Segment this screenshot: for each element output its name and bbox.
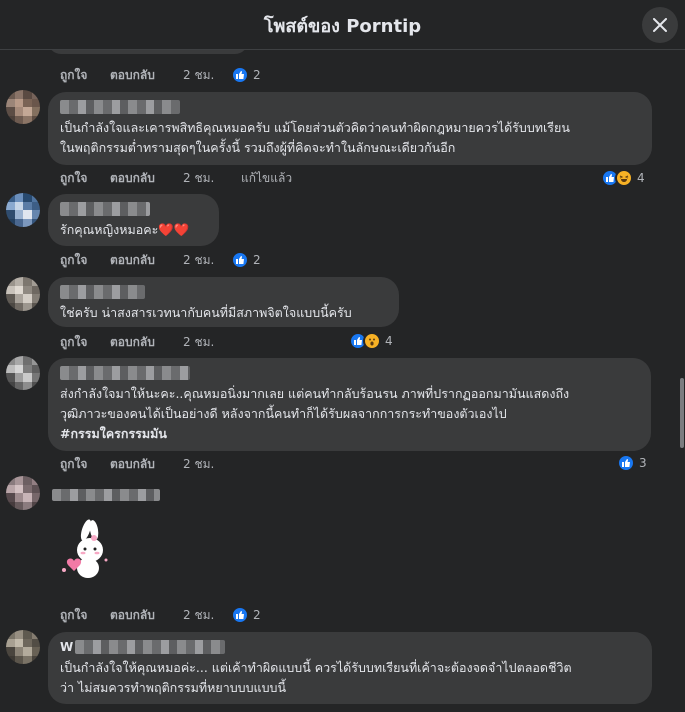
reaction-count: 3	[639, 456, 647, 470]
reaction-summary[interactable]: 2	[231, 605, 261, 625]
comment-timestamp[interactable]: 2 ชม.	[183, 455, 241, 474]
comment-actions: ถูกใจ ตอบกลับ 2 ชม.	[60, 66, 241, 84]
comment-bubble: W เป็นกำลังใจให้คุณหมอค่ะ... แต่เค้าทำผิ…	[48, 632, 652, 704]
reaction-count: 2	[253, 68, 261, 82]
dialog-title: โพสต์ของ Porntip	[263, 16, 422, 37]
like-link[interactable]: ถูกใจ	[60, 455, 110, 474]
reaction-summary[interactable]: 2	[231, 65, 261, 85]
comment-bubble: ส่งกำลังใจมาให้นะคะ..คุณหมอนิ่งมากเลย แต…	[48, 358, 651, 451]
commenter-name-blurred[interactable]	[60, 202, 150, 216]
reply-link[interactable]: ตอบกลับ	[110, 606, 183, 625]
reaction-summary[interactable]: 2	[231, 250, 261, 270]
comment-text: ใช่ครับ น่าสงสารเวทนากับคนที่มีสภาพจิตใจ…	[60, 305, 352, 320]
comment-bubble: เป็นกำลังใจและเคารพสิทธิคุณหมอครับ แม้โด…	[48, 92, 652, 165]
reaction-count: 2	[253, 608, 261, 622]
like-icon	[617, 454, 635, 472]
like-link[interactable]: ถูกใจ	[60, 169, 110, 188]
comment-bubble: ใช่ครับ น่าสงสารเวทนากับคนที่มีสภาพจิตใจ…	[48, 277, 399, 327]
comment-timestamp[interactable]: 2 ชม.	[183, 333, 241, 352]
like-link[interactable]: ถูกใจ	[60, 251, 110, 270]
avatar[interactable]	[6, 476, 40, 510]
comment-text: เป็นกำลังใจให้คุณหมอค่ะ... แต่เค้าทำผิดแ…	[60, 660, 572, 675]
like-icon	[231, 606, 249, 624]
reply-link[interactable]: ตอบกลับ	[110, 455, 183, 474]
comment-actions: ถูกใจ ตอบกลับ 2 ชม. แก้ไขแล้ว	[60, 169, 292, 187]
reply-link[interactable]: ตอบกลับ	[110, 333, 183, 352]
avatar[interactable]	[6, 630, 40, 664]
comment-text: เป็นกำลังใจและเคารพสิทธิคุณหมอครับ แม้โด…	[60, 120, 570, 135]
comment-bubble: รักคุณหญิงหมอคะ❤️❤️	[48, 194, 219, 246]
like-icon	[231, 251, 249, 269]
close-button[interactable]	[642, 7, 678, 43]
like-link[interactable]: ถูกใจ	[60, 66, 110, 85]
avatar[interactable]	[6, 356, 40, 390]
comment-text: ในพฤติกรรมต่ำทรามสุดๆในครั้งนี้ รวมถึงผู…	[60, 140, 456, 155]
reaction-summary[interactable]: 3	[617, 453, 647, 473]
reaction-count: 2	[253, 253, 261, 267]
bunny-heart-sticker	[62, 519, 108, 578]
commenter-name-blurred[interactable]	[60, 366, 190, 380]
wow-icon	[363, 332, 381, 350]
avatar[interactable]	[6, 277, 40, 311]
hashtag-link[interactable]: #กรรมใครกรรมมัน	[60, 424, 639, 444]
comment-text: ส่งกำลังใจมาให้นะคะ..คุณหมอนิ่งมากเลย แต…	[60, 386, 570, 401]
comment-actions: ถูกใจ ตอบกลับ 2 ชม.	[60, 251, 241, 269]
comment-text: รักคุณหญิงหมอคะ❤️❤️	[60, 222, 190, 237]
comment-actions: ถูกใจ ตอบกลับ 2 ชม.	[60, 333, 241, 351]
commenter-name-blurred[interactable]	[52, 489, 160, 501]
reaction-summary[interactable]: 4	[601, 168, 645, 188]
reaction-summary[interactable]: 4	[349, 331, 393, 351]
commenter-name-initial[interactable]: W	[60, 640, 73, 654]
edited-label[interactable]: แก้ไขแล้ว	[241, 169, 292, 188]
reaction-count: 4	[637, 171, 645, 185]
close-icon	[653, 18, 667, 32]
reply-link[interactable]: ตอบกลับ	[110, 251, 183, 270]
comment-timestamp[interactable]: 2 ชม.	[183, 169, 241, 188]
commenter-name-blurred[interactable]	[75, 640, 226, 654]
comment-text: ว่า ไม่สมควรทำพฤติกรรมที่หยาบบบแบบนี้	[60, 680, 287, 695]
scrollbar-thumb[interactable]	[680, 378, 684, 448]
like-link[interactable]: ถูกใจ	[60, 606, 110, 625]
commenter-name-blurred[interactable]	[60, 285, 145, 299]
commenter-name-blurred[interactable]	[60, 100, 180, 114]
haha-icon	[615, 169, 633, 187]
avatar[interactable]	[6, 193, 40, 227]
avatar[interactable]	[6, 90, 40, 124]
reply-link[interactable]: ตอบกลับ	[110, 66, 183, 85]
reply-link[interactable]: ตอบกลับ	[110, 169, 183, 188]
like-link[interactable]: ถูกใจ	[60, 333, 110, 352]
reaction-count: 4	[385, 334, 393, 348]
comment-actions: ถูกใจ ตอบกลับ 2 ชม.	[60, 455, 241, 473]
comment-text: วุฒิภาวะของคนได้เป็นอย่างดี หลังจากนี้คน…	[60, 406, 507, 421]
like-icon	[231, 66, 249, 84]
dialog-header: โพสต์ของ Porntip	[0, 0, 685, 50]
comment-actions: ถูกใจ ตอบกลับ 2 ชม.	[60, 606, 241, 624]
